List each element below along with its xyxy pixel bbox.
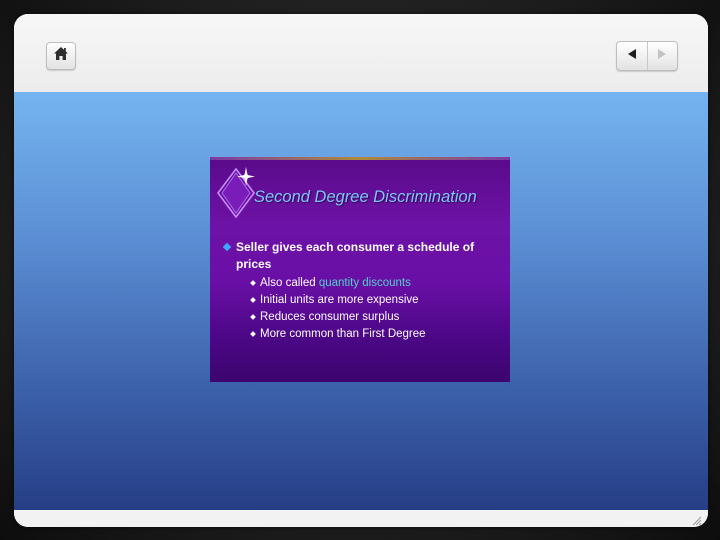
viewer-window: Second Degree Discrimination Seller give… — [14, 14, 708, 527]
main-bullet: Seller gives each consumer a schedule of… — [222, 239, 506, 273]
sub-bullet: Also called quantity discounts — [250, 275, 506, 292]
sub-bullet-diamond-icon — [250, 331, 256, 337]
sub-bullet-diamond-icon — [250, 297, 256, 303]
highlighted-term: quantity discounts — [318, 277, 411, 289]
previous-slide-button[interactable] — [617, 42, 648, 70]
sub-bullet: Initial units are more expensive — [250, 292, 506, 309]
sub-bullet-text: Also called — [260, 277, 319, 289]
sub-bullet-text: Reduces consumer surplus — [260, 311, 400, 323]
toolbar — [14, 14, 708, 92]
main-bullet-text: Seller gives each consumer a schedule of… — [236, 240, 475, 271]
triangle-left-icon — [626, 47, 638, 65]
sub-bullet-text: More common than First Degree — [260, 328, 426, 340]
resize-grip-icon[interactable] — [692, 513, 702, 526]
home-icon — [53, 46, 69, 66]
status-bar — [14, 510, 708, 527]
triangle-right-icon — [656, 47, 668, 65]
sub-bullet: Reduces consumer surplus — [250, 309, 506, 326]
slide-navigation — [616, 41, 678, 71]
slide-image: Second Degree Discrimination Seller give… — [210, 157, 510, 382]
sub-bullet-list: Also called quantity discounts Initial u… — [250, 275, 506, 343]
sub-bullet: More common than First Degree — [250, 326, 506, 343]
sparkle-diamond-icon — [214, 163, 258, 221]
next-slide-button[interactable] — [648, 42, 678, 70]
sub-bullet-diamond-icon — [250, 280, 256, 286]
sub-bullet-text: Initial units are more expensive — [260, 294, 419, 306]
slide-title: Second Degree Discrimination — [254, 188, 477, 206]
sub-bullet-diamond-icon — [250, 314, 256, 320]
home-button[interactable] — [46, 42, 76, 70]
slide-top-border — [210, 157, 510, 160]
slide-stage: Second Degree Discrimination Seller give… — [14, 92, 708, 510]
bullet-diamond-icon — [222, 242, 232, 252]
